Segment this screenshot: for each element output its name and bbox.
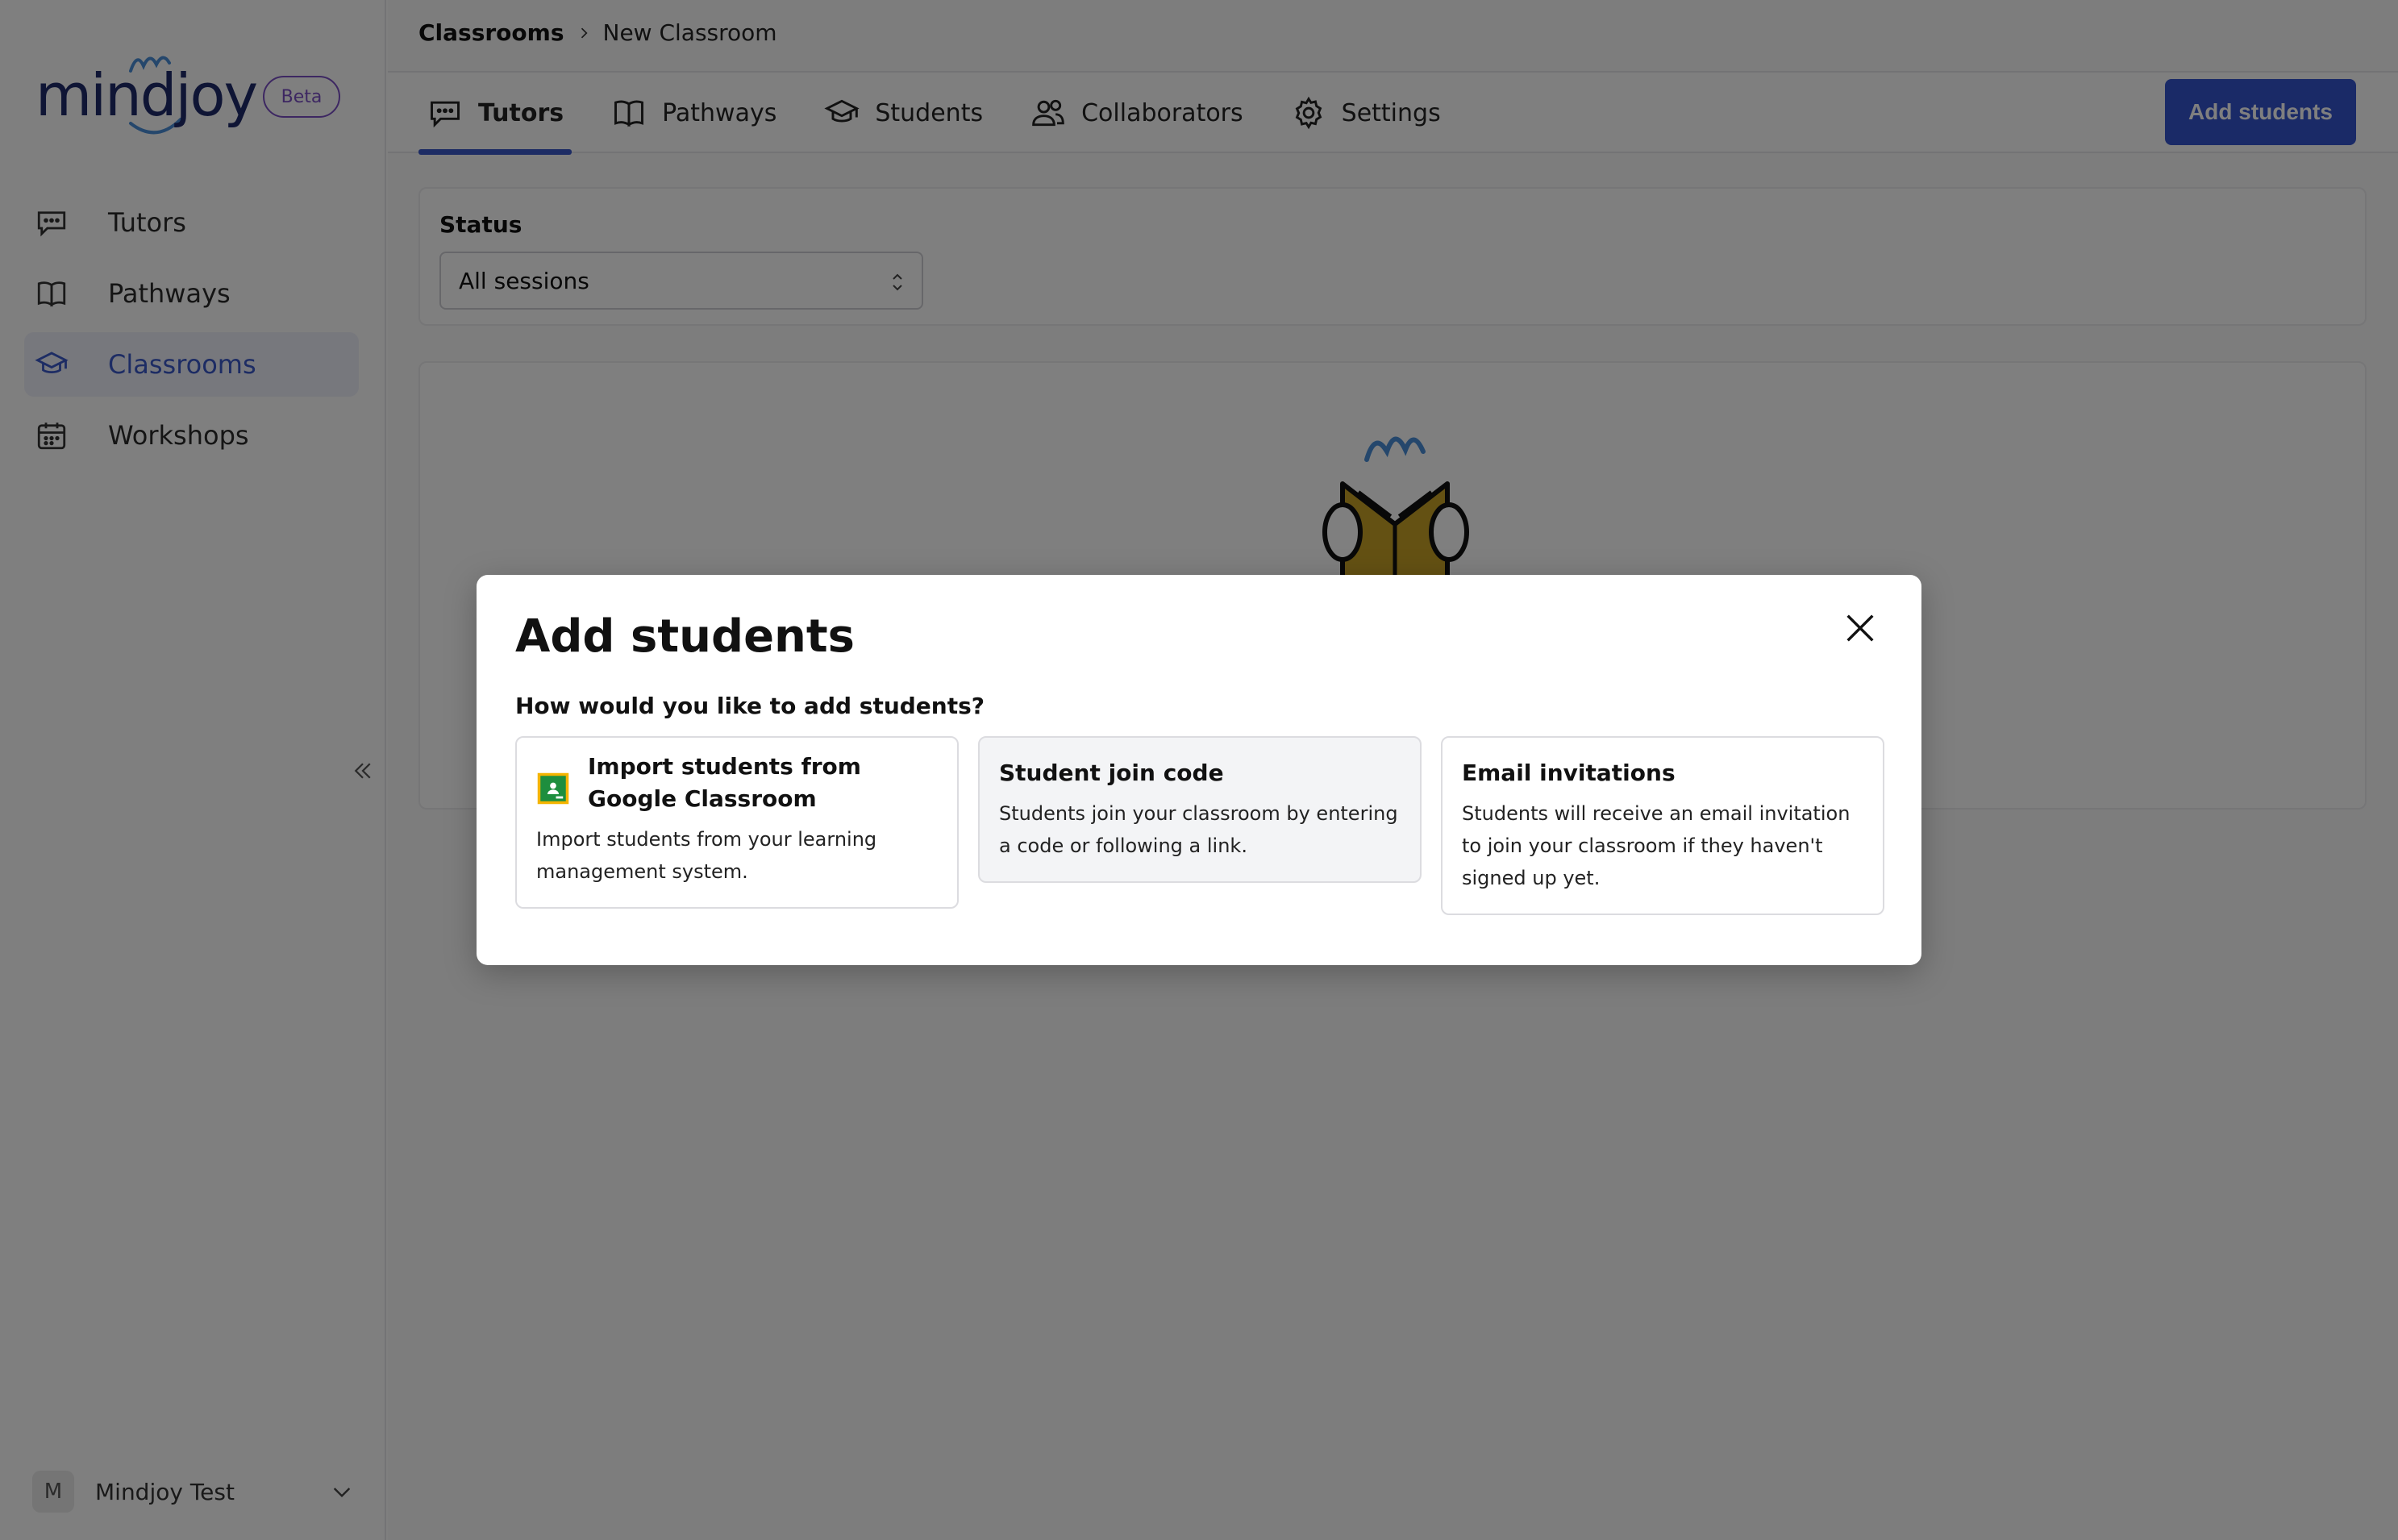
modal-title: Add students (515, 610, 856, 663)
option-student-join-code[interactable]: Student join code Students join your cla… (978, 736, 1422, 883)
option-title: Student join code (999, 760, 1224, 786)
option-google-classroom[interactable]: Import students from Google Classroom Im… (515, 736, 959, 909)
option-description: Students will receive an email invitatio… (1462, 802, 1851, 889)
option-description: Students join your classroom by entering… (999, 802, 1398, 857)
close-icon (1846, 614, 1874, 642)
option-title: Import students from Google Classroom (588, 753, 861, 812)
option-title: Email invitations (1462, 760, 1676, 786)
option-description: Import students from your learning manag… (536, 828, 877, 883)
option-email-invitations[interactable]: Email invitations Students will receive … (1441, 736, 1884, 915)
google-classroom-icon (537, 772, 569, 805)
close-button[interactable] (1834, 602, 1886, 654)
add-students-modal: Add students How would you like to add s… (477, 575, 1921, 965)
modal-question: How would you like to add students? (515, 693, 985, 719)
